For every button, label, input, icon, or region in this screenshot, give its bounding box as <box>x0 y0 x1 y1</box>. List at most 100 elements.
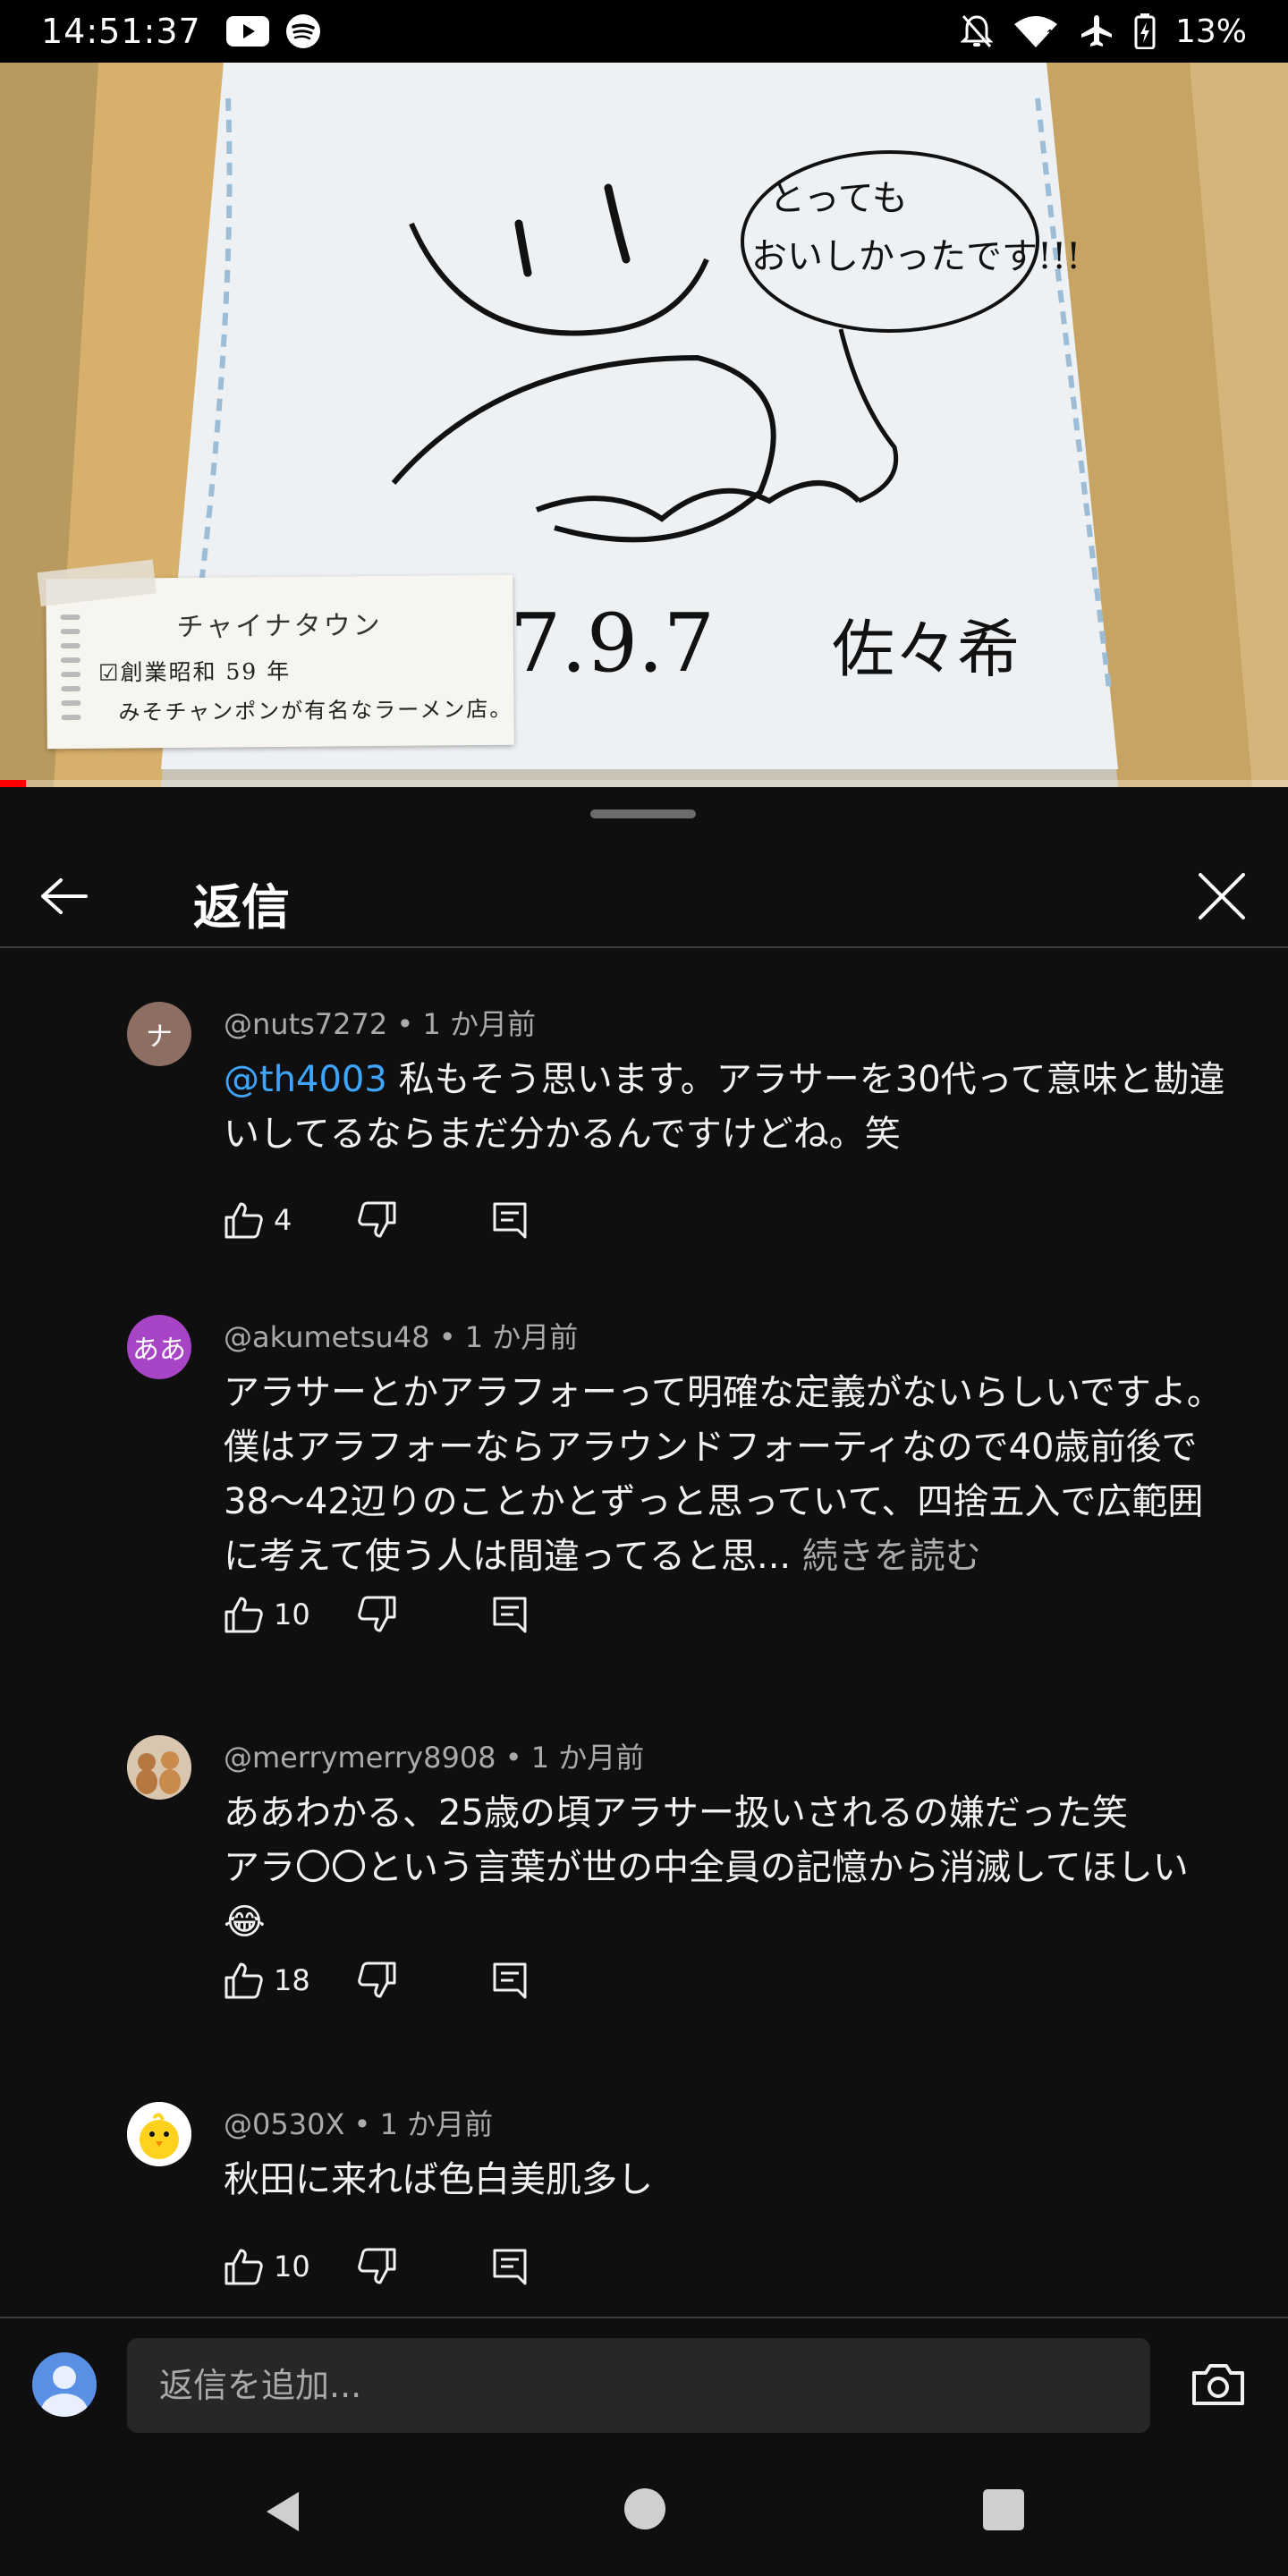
comment-body: アラサーとかアラフォーって明確な定義がないらしいですよ。僕はアラフォーならアラウ… <box>224 1372 1223 1577</box>
thumbs-up-icon <box>225 1962 263 1999</box>
comment-icon <box>493 1962 527 1999</box>
shop-name: チャイナタウン <box>176 609 383 644</box>
like-button[interactable]: 18 <box>224 1962 358 1999</box>
comment-icon <box>493 2249 527 2285</box>
avatar[interactable] <box>127 2102 191 2166</box>
comment-actions: 10 <box>224 1588 528 1641</box>
like-button[interactable]: 10 <box>224 2248 358 2285</box>
reply-input-bar <box>0 2317 1288 2451</box>
comment-text: @th4003 私もそう思います。アラサーを30代って意味と勘違いしてるならまだ… <box>224 1053 1225 1162</box>
drag-handle[interactable] <box>590 809 696 818</box>
reply-button[interactable] <box>492 1962 528 1999</box>
comment-meta[interactable]: @0530X • 1 か月前 <box>224 2102 493 2143</box>
sheet-title: 返信 <box>193 879 290 936</box>
avatar-letter: ナ <box>146 1021 173 1053</box>
comment-meta[interactable]: @nuts7272 • 1 か月前 <box>224 1002 536 1043</box>
dislike-button[interactable] <box>358 2248 492 2285</box>
arrow-left-icon <box>41 878 88 914</box>
comment-body: 秋田に来れば色白美肌多し <box>224 2159 653 2200</box>
comment-time: 1 か月前 <box>464 1320 579 1354</box>
chick-icon <box>127 2102 191 2166</box>
thumbs-down-icon <box>358 2248 396 2284</box>
comment-handle[interactable]: @0530X <box>224 2107 344 2141</box>
thumbs-down-icon <box>358 1201 396 1238</box>
shop-founded: ☑創業昭和 59 年 <box>97 657 292 686</box>
avatar[interactable]: ナ <box>127 1002 191 1066</box>
spotify-icon <box>285 14 320 48</box>
comment-text: 秋田に来れば色白美肌多し <box>224 2153 1225 2207</box>
shop-description: みそチャンポンが有名なラーメン店。 <box>118 696 513 725</box>
video-progress-fill <box>0 780 26 787</box>
nav-back-icon[interactable] <box>259 2487 309 2537</box>
user-avatar[interactable] <box>32 2352 97 2417</box>
reply-input[interactable] <box>127 2338 1150 2433</box>
youtube-icon <box>225 16 269 47</box>
comment-actions: 4 <box>224 1193 528 1247</box>
back-button[interactable] <box>32 864 97 928</box>
comment-meta[interactable]: @merrymerry8908 • 1 か月前 <box>224 1735 644 1776</box>
sheet-header: 返信 <box>0 841 1288 948</box>
wifi-icon: ⇅ <box>1013 16 1057 47</box>
nav-recents-icon[interactable] <box>983 2489 1024 2530</box>
read-more-link[interactable]: 続きを読む <box>802 1536 981 1577</box>
like-button[interactable]: 4 <box>224 1201 358 1239</box>
thumbs-up-icon <box>225 2249 263 2285</box>
like-count: 10 <box>274 2250 310 2284</box>
reply-button[interactable] <box>492 1201 528 1239</box>
avatar-letter: ああ <box>132 1335 186 1366</box>
comment-meta[interactable]: @akumetsu48 • 1 か月前 <box>224 1315 578 1356</box>
comment-actions: 10 <box>224 2240 528 2293</box>
comment-body: ああわかる、25歳の頃アラサー扱いされるの嫌だった笑 アラ〇〇という言葉が世の中… <box>224 1792 1189 1943</box>
reply-button[interactable] <box>492 1596 528 1633</box>
dislike-button[interactable] <box>358 1201 492 1239</box>
pets-photo-icon <box>127 1735 191 1800</box>
comment-handle[interactable]: @akumetsu48 <box>224 1320 430 1354</box>
reply-button[interactable] <box>492 2248 528 2285</box>
comment-time: 1 か月前 <box>422 1007 536 1041</box>
close-button[interactable] <box>1190 864 1254 928</box>
close-icon <box>1199 873 1245 919</box>
like-count: 4 <box>274 1203 292 1237</box>
battery-icon <box>1134 13 1156 49</box>
airplane-mode-icon <box>1080 15 1112 47</box>
dislike-button[interactable] <box>358 1962 492 1999</box>
system-nav-bar <box>0 2451 1288 2576</box>
svg-text:おいしかったです!!!: おいしかったです!!! <box>751 236 1080 277</box>
camera-icon <box>1192 2364 1244 2405</box>
like-button[interactable]: 10 <box>224 1596 358 1633</box>
thumbs-down-icon <box>358 1962 396 1998</box>
comment-icon <box>493 1202 527 1239</box>
camera-button[interactable] <box>1186 2358 1250 2411</box>
mention-link[interactable]: @th4003 <box>224 1059 387 1100</box>
default-user-icon <box>32 2352 97 2417</box>
status-time: 14:51:37 <box>41 12 201 51</box>
notifications-off-icon <box>960 15 993 47</box>
comment-handle[interactable]: @merrymerry8908 <box>224 1741 496 1775</box>
thumbs-up-icon <box>225 1597 263 1633</box>
video-player[interactable]: とっても おいしかったです!!! 7.9.7 佐々希 チャイナタウン ☑創業昭和… <box>0 63 1288 787</box>
shop-info-card: チャイナタウン ☑創業昭和 59 年 みそチャンポンが有名なラーメン店。 <box>37 559 514 750</box>
status-bar: 14:51:37 ⇅ 13% <box>0 0 1288 63</box>
avatar[interactable]: ああ <box>127 1315 191 1379</box>
comment-actions: 18 <box>224 1953 528 2007</box>
replies-sheet: 返信 ナ @nuts7272 • 1 か月前 @th4003 私もそう思います。… <box>0 787 1288 2576</box>
comment-text: ああわかる、25歳の頃アラサー扱いされるの嫌だった笑 アラ〇〇という言葉が世の中… <box>224 1786 1225 1950</box>
comment-handle[interactable]: @nuts7272 <box>224 1007 387 1041</box>
svg-text:とっても: とっても <box>769 178 908 219</box>
svg-text:7.9.7: 7.9.7 <box>510 597 715 691</box>
comment-text: アラサーとかアラフォーって明確な定義がないらしいですよ。僕はアラフォーならアラウ… <box>224 1366 1225 1584</box>
battery-percent: 13% <box>1174 13 1247 50</box>
thumbs-down-icon <box>358 1596 396 1632</box>
avatar[interactable] <box>127 1735 191 1800</box>
like-count: 18 <box>274 1963 310 1997</box>
comment-time: 1 か月前 <box>379 2107 494 2141</box>
dislike-button[interactable] <box>358 1596 492 1633</box>
video-progress-bar[interactable] <box>0 780 1288 787</box>
svg-text:佐々希: 佐々希 <box>832 613 1020 686</box>
nav-home-icon[interactable] <box>624 2488 665 2529</box>
like-count: 10 <box>274 1597 310 1631</box>
comment-time: 1 か月前 <box>530 1741 645 1775</box>
comment-icon <box>493 1597 527 1633</box>
svg-text:⇅: ⇅ <box>1046 28 1057 42</box>
thumbs-up-icon <box>225 1202 263 1239</box>
